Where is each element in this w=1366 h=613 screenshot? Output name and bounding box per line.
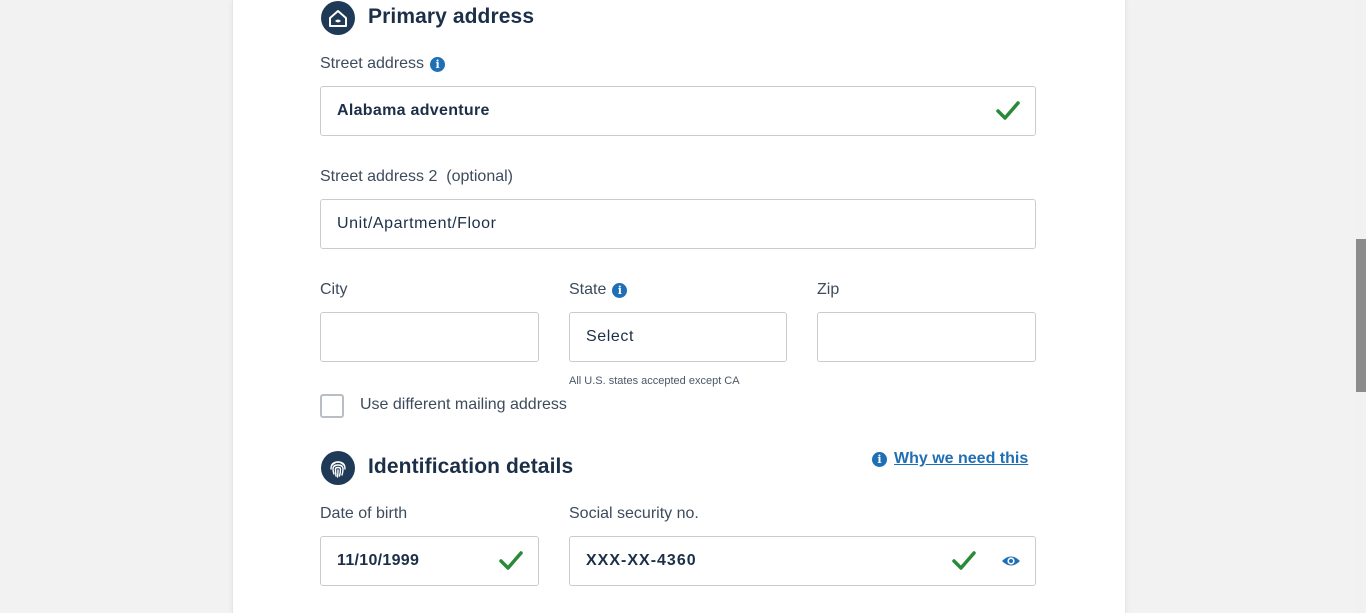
dob-label: Date of birth — [320, 505, 408, 522]
city-input[interactable] — [320, 312, 539, 362]
info-icon[interactable]: i — [612, 282, 628, 298]
street-address-value: Alabama adventure — [337, 102, 490, 119]
state-label-text: State — [569, 281, 607, 298]
scrollbar-thumb[interactable] — [1356, 239, 1366, 392]
mailing-address-label[interactable]: Use different mailing address — [360, 396, 567, 414]
street-address-2-placeholder: Unit/Apartment/Floor — [337, 215, 497, 232]
street-address-2-input[interactable]: Unit/Apartment/Floor — [320, 199, 1036, 249]
identification-title: Identification details — [368, 455, 574, 478]
street-address-label: Street address i — [320, 55, 446, 73]
why-we-need-this-link[interactable]: i Why we need this — [872, 450, 1028, 468]
show-password-eye-icon[interactable] — [1001, 553, 1021, 574]
zip-label: Zip — [817, 281, 840, 298]
ssn-input[interactable]: XXX-XX-4360 — [569, 536, 1036, 586]
state-select[interactable]: Select — [569, 312, 787, 362]
valid-check-icon — [951, 549, 977, 578]
dob-input[interactable]: 11/10/1999 — [320, 536, 539, 586]
ssn-label: Social security no. — [569, 505, 699, 522]
city-label: City — [320, 281, 348, 298]
zip-input[interactable] — [817, 312, 1036, 362]
why-we-need-this-text[interactable]: Why we need this — [894, 450, 1028, 468]
state-helper-text: All U.S. states accepted except CA — [569, 375, 740, 387]
info-icon[interactable]: i — [430, 56, 446, 72]
fingerprint-icon — [321, 451, 355, 485]
primary-address-title: Primary address — [368, 5, 535, 28]
valid-check-icon — [498, 549, 524, 578]
street-address-input[interactable]: Alabama adventure — [320, 86, 1036, 136]
state-label: State i — [569, 281, 628, 299]
state-select-value: Select — [586, 328, 635, 345]
ssn-value: XXX-XX-4360 — [586, 552, 697, 569]
valid-check-icon — [995, 99, 1021, 128]
dob-value: 11/10/1999 — [337, 552, 420, 569]
info-icon: i — [872, 451, 887, 467]
mailing-address-checkbox[interactable] — [320, 394, 344, 418]
house-icon — [321, 1, 355, 35]
street-address-label-text: Street address — [320, 55, 425, 72]
street-address-2-label: Street address 2 (optional) — [320, 168, 513, 185]
